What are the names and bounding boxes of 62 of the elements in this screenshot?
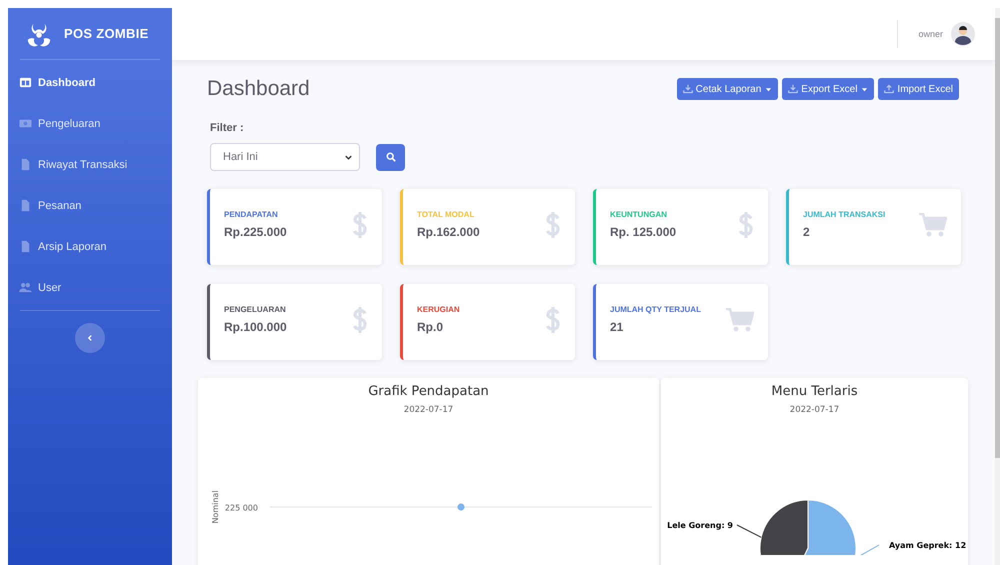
nav-item[interactable]: Arsip Laporan bbox=[8, 226, 106, 267]
nav-item[interactable]: User bbox=[8, 267, 62, 308]
chart-title: Menu Terlaris bbox=[770, 384, 859, 399]
cart-icon bbox=[919, 213, 947, 237]
data-label: Ayam Geprek: 12 bbox=[889, 541, 966, 550]
file-icon bbox=[19, 158, 32, 171]
stat-label: TOTAL MODAL bbox=[417, 210, 476, 218]
search-button[interactable] bbox=[376, 144, 405, 170]
cart-icon bbox=[726, 308, 754, 332]
chart-subtitle: 2022-07-17 bbox=[788, 405, 840, 415]
stat-label: JUMLAH QTY TERJUAL bbox=[610, 304, 701, 314]
banknote-icon bbox=[19, 117, 32, 130]
scrollbar[interactable] bbox=[995, 8, 1000, 565]
stat-label: JUMLAH TRANSAKSI bbox=[803, 210, 886, 218]
download-icon bbox=[788, 84, 798, 94]
toolbar-button[interactable]: Export Excel bbox=[782, 78, 874, 100]
data-label: Lele Goreng: 9 bbox=[667, 521, 733, 530]
data-point bbox=[458, 504, 464, 510]
leader-line bbox=[736, 524, 762, 538]
stat-value: Rp.225.000 bbox=[224, 224, 287, 238]
nav-item[interactable]: Dashboard bbox=[8, 62, 96, 103]
sidebar-toggle-button[interactable] bbox=[75, 323, 105, 353]
axis-tick-label: 225 000 bbox=[224, 504, 258, 512]
nav-item[interactable]: Riwayat Transaksi bbox=[8, 144, 128, 185]
stat-value: 2 bbox=[803, 224, 811, 238]
chevron-left-icon bbox=[86, 334, 94, 342]
search-icon bbox=[386, 152, 396, 162]
stat-label: KEUNTUNGAN bbox=[610, 210, 668, 218]
dollar-icon bbox=[352, 306, 368, 334]
file-icon bbox=[19, 240, 32, 253]
toolbar-button[interactable]: Cetak Laporan bbox=[676, 78, 778, 100]
toolbar-button[interactable]: Import Excel bbox=[878, 78, 959, 100]
stat-label: KERUGIAN bbox=[417, 304, 460, 314]
avatar-icon[interactable] bbox=[951, 22, 975, 46]
stat-label: PENGELUARAN bbox=[224, 304, 287, 314]
upload-icon bbox=[884, 84, 894, 94]
dollar-icon bbox=[352, 211, 368, 239]
filter-dropdown[interactable]: Hari Ini bbox=[210, 143, 360, 171]
users-icon bbox=[19, 281, 32, 294]
chevron-down-icon bbox=[344, 152, 353, 162]
nav-item[interactable]: Pesanan bbox=[8, 185, 82, 226]
filter-label: Filter : bbox=[210, 122, 245, 134]
brand-name: POS ZOMBIE bbox=[64, 26, 149, 41]
dollar-icon bbox=[738, 211, 754, 239]
user-name[interactable]: owner bbox=[918, 29, 943, 39]
columns-icon bbox=[19, 76, 32, 89]
chart-title: Grafik Pendapatan bbox=[367, 384, 490, 399]
dollar-icon bbox=[545, 211, 561, 239]
stat-value: Rp.0 bbox=[417, 320, 444, 334]
axis-title: Nominal bbox=[211, 490, 220, 524]
stat-value: 21 bbox=[610, 320, 624, 334]
stat-value: Rp.162.000 bbox=[417, 224, 480, 238]
file-icon bbox=[19, 199, 32, 212]
dollar-icon bbox=[545, 306, 561, 334]
stat-value: Rp. 125.000 bbox=[610, 224, 676, 238]
chart-subtitle: 2022-07-17 bbox=[402, 405, 454, 415]
stat-value: Rp.100.000 bbox=[224, 320, 287, 334]
download-icon bbox=[682, 84, 693, 94]
pie-slice bbox=[760, 500, 808, 555]
page-title: Dashboard bbox=[207, 77, 310, 101]
nav-item[interactable]: Pengeluaran bbox=[8, 103, 100, 144]
stat-label: PENDAPATAN bbox=[224, 210, 279, 218]
